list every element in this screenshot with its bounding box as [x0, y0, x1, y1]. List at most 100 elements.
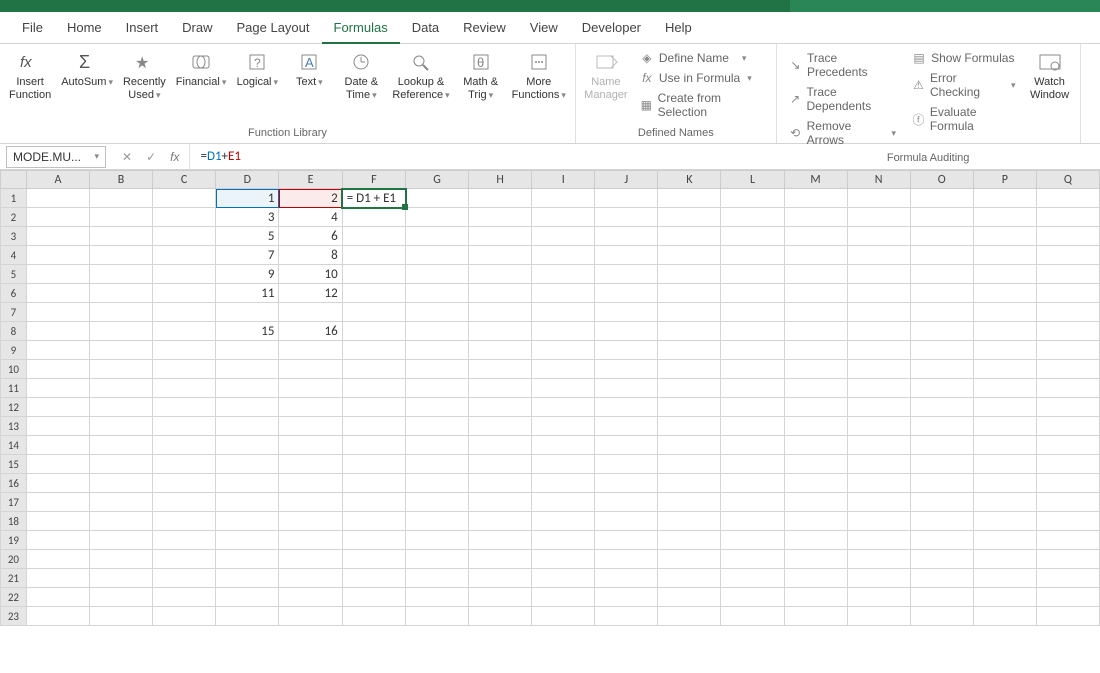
cell-L7[interactable] [721, 303, 784, 322]
cell-N21[interactable] [847, 569, 910, 588]
cell-D7[interactable] [216, 303, 279, 322]
cell-M11[interactable] [784, 379, 847, 398]
cell-H3[interactable] [469, 227, 532, 246]
cell-F21[interactable] [342, 569, 405, 588]
cell-I8[interactable] [532, 322, 595, 341]
column-header[interactable]: C [153, 171, 216, 189]
cell-D10[interactable] [216, 360, 279, 379]
cell-O18[interactable] [910, 512, 973, 531]
cell-E14[interactable] [279, 436, 342, 455]
financial-button[interactable]: Financial▾ [173, 48, 230, 91]
cell-A15[interactable] [26, 455, 89, 474]
cell-E23[interactable] [279, 607, 342, 626]
cell-L3[interactable] [721, 227, 784, 246]
cell-I12[interactable] [532, 398, 595, 417]
cell-K22[interactable] [658, 588, 721, 607]
cell-P18[interactable] [973, 512, 1036, 531]
tab-page-layout[interactable]: Page Layout [225, 12, 322, 44]
enter-icon[interactable]: ✓ [146, 150, 156, 164]
cell-G14[interactable] [406, 436, 469, 455]
cell-K1[interactable] [658, 189, 721, 208]
row-header[interactable]: 5 [1, 265, 27, 284]
row-header[interactable]: 8 [1, 322, 27, 341]
cell-P12[interactable] [973, 398, 1036, 417]
cell-O20[interactable] [910, 550, 973, 569]
cell-A23[interactable] [26, 607, 89, 626]
cell-F6[interactable] [342, 284, 405, 303]
row-header[interactable]: 7 [1, 303, 27, 322]
cell-I1[interactable] [532, 189, 595, 208]
cell-N20[interactable] [847, 550, 910, 569]
cell-M13[interactable] [784, 417, 847, 436]
chevron-down-icon[interactable]: ▾ [94, 151, 99, 162]
cell-L5[interactable] [721, 265, 784, 284]
cell-F5[interactable] [342, 265, 405, 284]
cell-M4[interactable] [784, 246, 847, 265]
cell-O10[interactable] [910, 360, 973, 379]
cell-J10[interactable] [595, 360, 658, 379]
cell-E17[interactable] [279, 493, 342, 512]
spreadsheet-grid[interactable]: ABCDEFGHIJKLMNOPQ112= D1 + E123435647859… [0, 170, 1100, 626]
cell-O5[interactable] [910, 265, 973, 284]
cell-F13[interactable] [342, 417, 405, 436]
cell-Q23[interactable] [1036, 607, 1099, 626]
cell-G4[interactable] [406, 246, 469, 265]
cell-F12[interactable] [342, 398, 405, 417]
cell-A10[interactable] [26, 360, 89, 379]
cell-C6[interactable] [153, 284, 216, 303]
cell-K19[interactable] [658, 531, 721, 550]
cell-O1[interactable] [910, 189, 973, 208]
cell-B7[interactable] [89, 303, 152, 322]
cell-A4[interactable] [26, 246, 89, 265]
cell-G17[interactable] [406, 493, 469, 512]
cell-C19[interactable] [153, 531, 216, 550]
cell-N11[interactable] [847, 379, 910, 398]
cell-M15[interactable] [784, 455, 847, 474]
cell-D19[interactable] [216, 531, 279, 550]
cell-K11[interactable] [658, 379, 721, 398]
cell-N12[interactable] [847, 398, 910, 417]
cell-P10[interactable] [973, 360, 1036, 379]
cell-P4[interactable] [973, 246, 1036, 265]
cell-D18[interactable] [216, 512, 279, 531]
column-header[interactable]: H [469, 171, 532, 189]
cell-N15[interactable] [847, 455, 910, 474]
cell-O17[interactable] [910, 493, 973, 512]
cell-M10[interactable] [784, 360, 847, 379]
cell-H14[interactable] [469, 436, 532, 455]
cell-H23[interactable] [469, 607, 532, 626]
cell-E20[interactable] [279, 550, 342, 569]
cell-L12[interactable] [721, 398, 784, 417]
cell-J18[interactable] [595, 512, 658, 531]
column-header[interactable]: E [279, 171, 342, 189]
cell-P21[interactable] [973, 569, 1036, 588]
cell-C17[interactable] [153, 493, 216, 512]
cell-Q2[interactable] [1036, 208, 1099, 227]
cell-I5[interactable] [532, 265, 595, 284]
cell-Q11[interactable] [1036, 379, 1099, 398]
tab-review[interactable]: Review [451, 12, 518, 44]
cell-P8[interactable] [973, 322, 1036, 341]
cell-J23[interactable] [595, 607, 658, 626]
cell-H22[interactable] [469, 588, 532, 607]
column-header[interactable]: J [595, 171, 658, 189]
cell-D8[interactable]: 15 [216, 322, 279, 341]
cell-I7[interactable] [532, 303, 595, 322]
cell-Q19[interactable] [1036, 531, 1099, 550]
cell-P1[interactable] [973, 189, 1036, 208]
cell-B21[interactable] [89, 569, 152, 588]
cell-A12[interactable] [26, 398, 89, 417]
cell-E10[interactable] [279, 360, 342, 379]
cell-I6[interactable] [532, 284, 595, 303]
cell-C12[interactable] [153, 398, 216, 417]
cell-P3[interactable] [973, 227, 1036, 246]
cell-G11[interactable] [406, 379, 469, 398]
cell-I2[interactable] [532, 208, 595, 227]
cell-K20[interactable] [658, 550, 721, 569]
row-header[interactable]: 1 [1, 189, 27, 208]
cell-H13[interactable] [469, 417, 532, 436]
cell-O12[interactable] [910, 398, 973, 417]
row-header[interactable]: 4 [1, 246, 27, 265]
cell-J19[interactable] [595, 531, 658, 550]
cell-F14[interactable] [342, 436, 405, 455]
